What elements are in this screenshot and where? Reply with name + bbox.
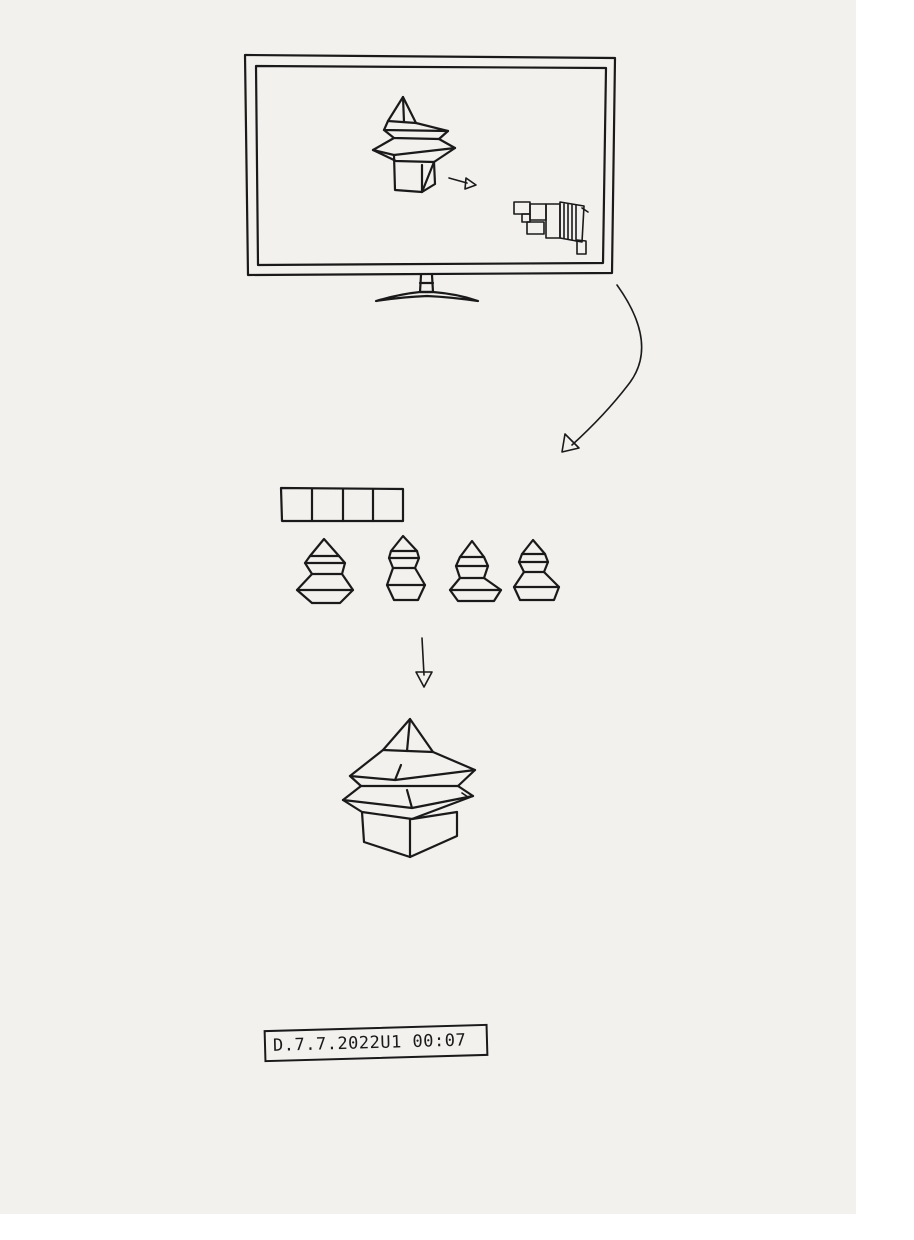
pagoda-variant-4 — [512, 538, 561, 602]
arrow-right-icon — [448, 177, 477, 190]
block-cluster-icon — [513, 201, 589, 255]
bleed-through-mark — [268, 993, 279, 1013]
date-label: D.7.7.2022U1 00:07 — [263, 1023, 489, 1063]
monitor-bezel — [243, 53, 617, 277]
pagoda-variant-1 — [295, 537, 355, 605]
segmented-bar — [279, 486, 405, 523]
monitor — [243, 53, 617, 303]
pagoda-variant-2 — [385, 534, 427, 602]
monitor-stand-neck — [418, 273, 435, 294]
pagoda-icon — [371, 95, 457, 194]
monitor-stand-base — [374, 290, 480, 303]
monitor-screen — [254, 64, 608, 267]
flow-arrow-down — [415, 637, 433, 688]
pagoda-assembled — [341, 717, 477, 859]
pagoda-variant-3 — [448, 539, 503, 603]
flow-arrow-curved — [561, 284, 643, 453]
